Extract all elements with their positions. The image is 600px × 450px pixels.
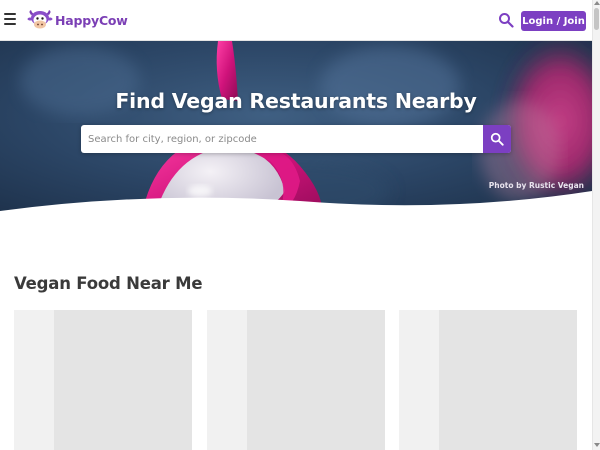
location-search-input[interactable] — [81, 125, 483, 153]
scrollbar[interactable] — [592, 0, 600, 450]
scroll-thumb[interactable] — [594, 8, 599, 30]
search-icon[interactable] — [498, 12, 514, 28]
restaurant-card-2[interactable] — [207, 310, 385, 450]
card-image-placeholder — [439, 310, 577, 450]
photo-credit: Photo by Rustic Vegan — [488, 181, 584, 190]
logo[interactable]: HappyCow — [26, 8, 128, 32]
happycow-logo-icon — [27, 10, 53, 29]
section-title: Vegan Food Near Me — [14, 274, 203, 293]
login-join-button[interactable]: Login / Join — [521, 11, 586, 31]
hero-banner: Find Vegan Restaurants Nearby Photo by R… — [0, 41, 592, 226]
menu-icon[interactable] — [4, 13, 18, 27]
scroll-up-arrow-icon[interactable] — [594, 1, 600, 5]
site-header: HappyCow Login / Join — [0, 0, 592, 41]
search-submit-button[interactable] — [483, 125, 511, 153]
card-image-placeholder — [54, 310, 192, 450]
card-image-placeholder — [247, 310, 385, 450]
logo-text: HappyCow — [55, 12, 128, 28]
restaurant-card-3[interactable] — [399, 310, 577, 450]
scroll-down-arrow-icon[interactable] — [594, 443, 600, 447]
hero-title: Find Vegan Restaurants Nearby — [115, 89, 477, 113]
restaurant-card-1[interactable] — [14, 310, 192, 450]
search-icon — [490, 132, 504, 146]
location-search-bar — [81, 125, 511, 153]
